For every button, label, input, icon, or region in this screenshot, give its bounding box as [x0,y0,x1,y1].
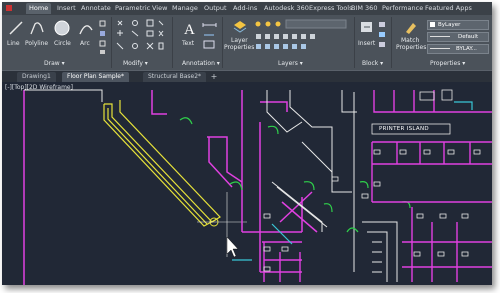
screenshot-frame: Home Insert Annotate Parametric View Man… [2,2,492,285]
modify-tools-icons[interactable] [115,19,165,57]
lineweight-dropdown-value: Default [458,34,479,40]
insert-block-icon [361,22,372,32]
tab-view[interactable]: View [149,3,170,14]
new-tab-button[interactable]: + [209,72,219,82]
layer-properties-line1[interactable]: Layer [231,37,248,44]
properties-panel-title[interactable]: Properties ▾ [430,59,465,68]
layer-properties-line2[interactable]: Properties [224,44,254,51]
layer-controls[interactable] [254,19,350,57]
tab-annotate[interactable]: Annotate [78,3,114,14]
annotation-panel-title[interactable]: Annotation ▾ [182,59,220,68]
draw-small-icons[interactable] [99,20,107,56]
door-swings [179,117,411,233]
modify-panel-title[interactable]: Modify ▾ [123,59,148,68]
circle-tool[interactable]: Circle [54,40,71,47]
linetype-dropdown[interactable]: BYLAY... [427,44,489,54]
polyline-tool[interactable]: Polyline [25,40,48,47]
panel-separator [354,17,355,68]
fixtures-cyan [232,101,473,261]
panel-separator [172,17,173,68]
wall-line [24,89,103,102]
svg-text:A: A [184,22,195,36]
tab-output[interactable]: Output [201,3,230,14]
insert-tool[interactable]: Insert [358,40,375,47]
draw-panel-title[interactable]: Draw ▾ [44,59,65,68]
room-walls [151,90,318,273]
drawing-canvas[interactable]: [-][Top][2D Wireframe] PRINTER ISLAND [2,82,492,285]
tab-performance[interactable]: Performance [379,3,426,14]
ramp-outline [103,100,221,227]
printer-island-label: PRINTER ISLAND [379,126,429,132]
tab-featured-apps[interactable]: Featured Apps [422,3,475,14]
line-tool[interactable]: Line [7,40,20,47]
tab-add-ins[interactable]: Add-ins [230,3,260,14]
autocad-window: Home Insert Annotate Parametric View Man… [0,0,500,293]
color-dropdown[interactable]: ByLayer [427,20,489,30]
doc-tab-drawing1[interactable]: Drawing1 [17,72,56,82]
tab-parametric[interactable]: Parametric [112,3,153,14]
dimension-icons[interactable] [202,21,218,51]
panel-separator [391,17,392,68]
panel-separator [111,17,112,68]
match-properties-line1[interactable]: Match [401,37,419,44]
block-small-icons[interactable] [378,21,388,51]
text-icon: A [184,22,195,36]
tab-insert[interactable]: Insert [54,3,79,14]
tab-autodesk-360[interactable]: Autodesk 360 [261,3,312,14]
ribbon: Line Polyline Circle Arc Draw ▾ Modify ▾… [2,15,492,70]
layers-panel-title[interactable]: Layers ▾ [278,59,303,68]
doc-tab-floor-plan[interactable]: Floor Plan Sample* [62,72,130,82]
app-menu-icon[interactable] [2,3,17,14]
linetype-dropdown-value: BYLAY... [456,46,477,52]
match-properties-line2[interactable]: Properties [396,44,426,51]
panel-separator [222,17,223,68]
arc-tool[interactable]: Arc [80,40,90,47]
lineweight-dropdown[interactable]: Default [427,32,489,42]
text-tool[interactable]: Text [182,40,194,47]
line-icon [9,21,23,35]
polyline-icon [30,22,44,35]
circle-icon [54,20,70,36]
arc-icon [79,25,93,35]
ribbon-tab-bar: Home Insert Annotate Parametric View Man… [2,2,492,16]
doc-tab-structural-base[interactable]: Structural Base2* [143,72,207,82]
floor-plan-drawing [23,89,492,285]
color-dropdown-value: ByLayer [438,22,461,28]
block-panel-title[interactable]: Block ▾ [362,59,383,68]
layer-properties-icon [233,21,247,33]
match-properties-icon [406,23,416,34]
tab-manage[interactable]: Manage [169,3,201,14]
mouse-cursor-icon [226,236,239,258]
tab-home[interactable]: Home [26,3,52,14]
tab-bim-360[interactable]: BIM 360 [348,3,380,14]
